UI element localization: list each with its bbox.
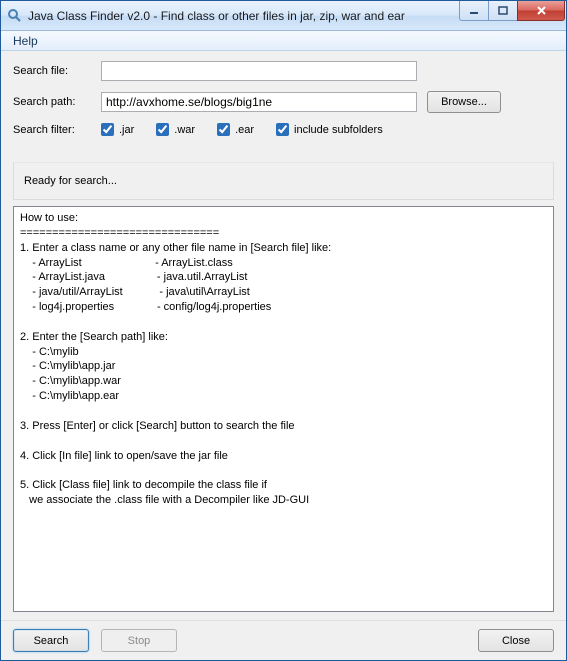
search-filter-row: Search filter: .jar .war .ear include su… [13,123,554,136]
client-area: Search file: Search path: Browse... Sear… [1,51,566,660]
search-path-input[interactable] [101,92,417,112]
filter-jar-label: .jar [119,124,134,136]
search-form: Search file: Search path: Browse... Sear… [1,51,566,154]
filter-jar[interactable]: .jar [101,123,134,136]
button-bar: Search Stop Close [1,620,566,660]
browse-button[interactable]: Browse... [427,91,501,113]
search-file-row: Search file: [13,61,554,81]
filter-ear-label: .ear [235,124,254,136]
app-icon [7,8,23,24]
status-text: Ready for search... [24,175,117,187]
menu-help[interactable]: Help [7,32,44,50]
filter-subfolders-label: include subfolders [294,124,383,136]
filter-jar-checkbox[interactable] [101,123,114,136]
filter-ear-checkbox[interactable] [217,123,230,136]
stop-button[interactable]: Stop [101,629,177,652]
results-panel[interactable]: How to use: ============================… [13,206,554,612]
filter-war-label: .war [174,124,195,136]
maximize-button[interactable] [488,1,518,21]
filter-ear[interactable]: .ear [217,123,254,136]
minimize-button[interactable] [459,1,489,21]
search-path-label: Search path: [13,96,101,108]
status-panel: Ready for search... [13,162,554,200]
filter-war[interactable]: .war [156,123,195,136]
menubar: Help [1,31,566,51]
filter-subfolders-checkbox[interactable] [276,123,289,136]
search-filter-label: Search filter: [13,124,101,136]
window: Java Class Finder v2.0 - Find class or o… [0,0,567,661]
filter-subfolders[interactable]: include subfolders [276,123,383,136]
search-path-row: Search path: Browse... [13,91,554,113]
search-button[interactable]: Search [13,629,89,652]
window-title: Java Class Finder v2.0 - Find class or o… [28,9,460,23]
search-file-label: Search file: [13,65,101,77]
close-button[interactable]: Close [478,629,554,652]
filter-war-checkbox[interactable] [156,123,169,136]
titlebar[interactable]: Java Class Finder v2.0 - Find class or o… [1,1,566,31]
close-window-button[interactable] [517,1,565,21]
search-file-input[interactable] [101,61,417,81]
window-controls [460,1,565,21]
